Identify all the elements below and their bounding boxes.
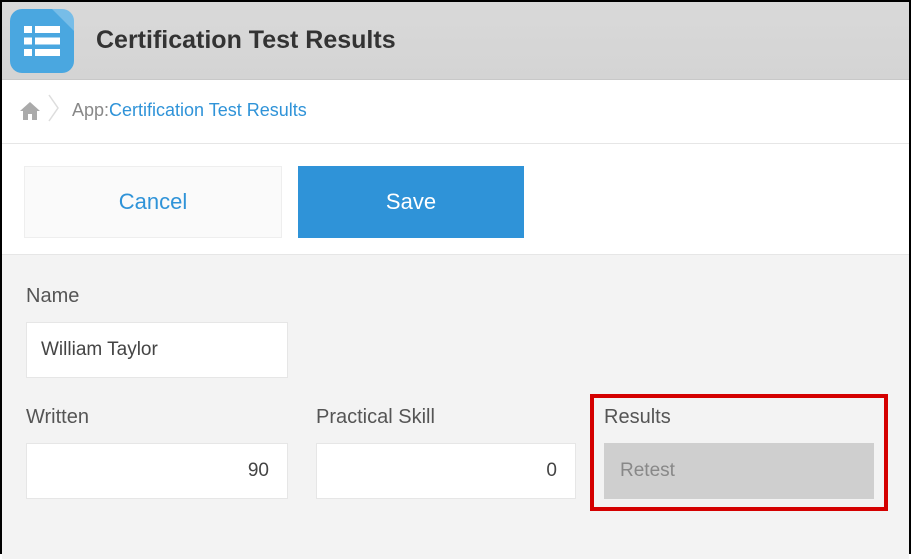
save-button[interactable]: Save [298,166,524,238]
breadcrumb-app-prefix: App: [72,100,109,121]
results-readonly: Retest [604,443,874,499]
form-area: Name Written Practical Skill Results Ret… [2,255,909,559]
cancel-button[interactable]: Cancel [24,166,282,238]
results-label: Results [604,406,874,429]
written-input[interactable] [26,443,288,499]
app-icon [10,9,74,73]
header-bar: Certification Test Results [2,2,909,80]
breadcrumb: App: Certification Test Results [2,80,909,144]
practical-input[interactable] [316,443,576,499]
breadcrumb-separator-icon [48,94,62,127]
name-label: Name [26,285,885,308]
practical-label: Practical Skill [316,406,576,429]
action-bar: Cancel Save [2,144,909,255]
breadcrumb-app-link[interactable]: Certification Test Results [109,100,307,121]
written-label: Written [26,406,288,429]
page-title: Certification Test Results [96,26,396,55]
name-input[interactable] [26,322,288,378]
home-icon[interactable] [18,100,42,122]
